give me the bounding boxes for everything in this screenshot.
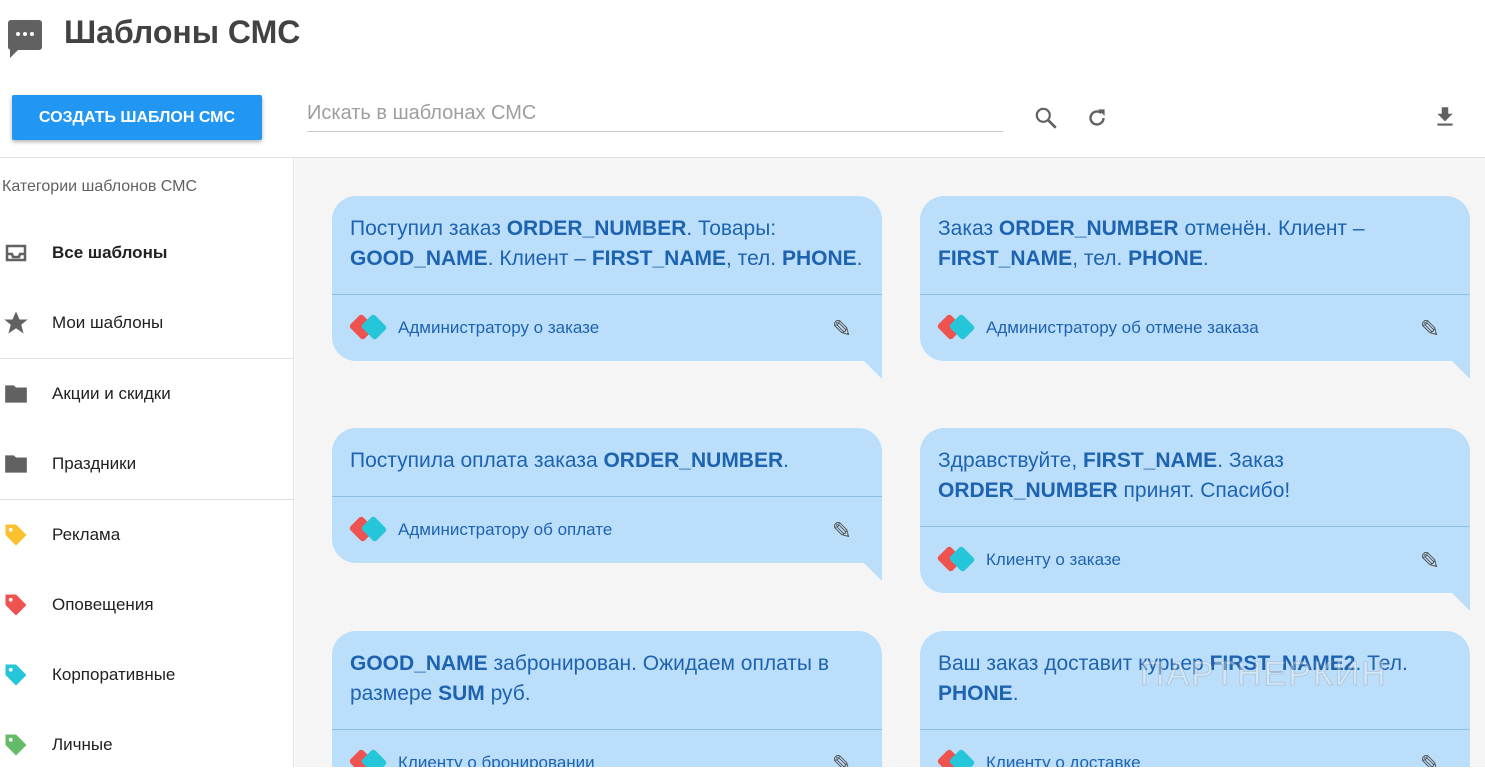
- template-card[interactable]: Заказ ORDER_NUMBER отменён. Клиент – FIR…: [920, 196, 1470, 379]
- message-text: Заказ: [938, 217, 999, 240]
- edit-icon[interactable]: ✎: [1420, 315, 1440, 344]
- sidebar-item-label: Акции и скидки: [52, 384, 171, 403]
- inbox-icon: [0, 241, 52, 265]
- tag-icon: [0, 731, 52, 759]
- variable-text: PHONE: [781, 247, 857, 270]
- tags-icon: [936, 545, 986, 573]
- tags-icon: [348, 313, 398, 341]
- search-input[interactable]: [307, 96, 1003, 132]
- template-footer: Клиенту о доставке ✎: [920, 730, 1470, 767]
- template-category: Администратору об отмене заказа: [986, 318, 1259, 337]
- template-message: Здравствуйте, FIRST_NAME. Заказ ORDER_NU…: [920, 428, 1470, 527]
- variable-text: ORDER_NUMBER: [506, 217, 687, 240]
- search-icon[interactable]: [1033, 105, 1059, 131]
- sidebar-item[interactable]: Праздники: [0, 429, 293, 499]
- tags-icon: [348, 515, 398, 543]
- variable-text: PHONE: [938, 682, 1013, 705]
- message-text: руб.: [484, 682, 531, 705]
- tags-icon: [936, 313, 986, 341]
- sidebar-item-label: Праздники: [52, 454, 137, 473]
- tag-icon: [0, 591, 52, 619]
- message-text: Здравствуйте,: [938, 449, 1083, 472]
- variable-text: FIRST_NAME: [1083, 449, 1218, 472]
- template-category: Администратору о заказе: [398, 318, 600, 337]
- template-footer: Администратору об отмене заказа ✎: [920, 295, 1470, 361]
- sidebar-item-label: Мои шаблоны: [52, 313, 164, 332]
- template-message: GOOD_NAME забронирован. Ожидаем оплаты в…: [332, 631, 882, 730]
- template-message: Заказ ORDER_NUMBER отменён. Клиент – FIR…: [920, 196, 1470, 295]
- header: Шаблоны СМС СОЗДАТЬ ШАБЛОН СМС: [0, 0, 1485, 158]
- template-category: Клиенту о заказе: [986, 550, 1121, 569]
- message-text: . Клиент –: [487, 247, 592, 270]
- sidebar: Категории шаблонов СМС Все шаблоны Мои ша…: [0, 158, 294, 767]
- variable-text: FIRST_NAME: [938, 247, 1073, 270]
- template-footer: Клиенту о бронировании ✎: [332, 730, 882, 767]
- template-category: Клиенту о бронировании: [398, 753, 595, 767]
- variable-text: FIRST_NAME: [591, 247, 727, 270]
- template-footer: Клиенту о заказе ✎: [920, 527, 1470, 593]
- message-text: , тел.: [1072, 247, 1129, 270]
- star-icon: [0, 309, 52, 337]
- variable-text: ORDER_NUMBER: [998, 217, 1179, 240]
- tag-icon: [0, 521, 52, 549]
- template-card[interactable]: Поступила оплата заказа ORDER_NUMBER. Ад…: [332, 428, 882, 581]
- template-card[interactable]: GOOD_NAME забронирован. Ожидаем оплаты в…: [332, 631, 882, 767]
- sms-icon: [8, 20, 42, 58]
- message-text: . Заказ: [1217, 449, 1284, 472]
- page-title: Шаблоны СМС: [64, 14, 301, 50]
- edit-icon[interactable]: ✎: [832, 517, 852, 546]
- template-message: Поступил заказ ORDER_NUMBER. Товары: GOO…: [332, 196, 882, 295]
- template-category: Администратору об оплате: [398, 520, 613, 539]
- template-footer: Администратору о заказе ✎: [332, 295, 882, 361]
- sidebar-item[interactable]: Акции и скидки: [0, 359, 293, 429]
- refresh-icon[interactable]: [1084, 105, 1110, 131]
- folder-icon: [0, 451, 52, 477]
- message-text: .: [783, 449, 789, 472]
- message-text: .: [1012, 682, 1019, 705]
- variable-text: SUM: [438, 682, 485, 705]
- sidebar-item-label: Реклама: [52, 525, 121, 544]
- template-card[interactable]: Здравствуйте, FIRST_NAME. Заказ ORDER_NU…: [920, 428, 1470, 611]
- message-text: отменён. Клиент –: [1178, 217, 1365, 240]
- message-text: , тел.: [726, 247, 782, 270]
- download-icon[interactable]: [1432, 104, 1458, 130]
- variable-text: ORDER_NUMBER: [603, 449, 784, 472]
- tags-icon: [348, 748, 398, 767]
- variable-text: GOOD_NAME: [350, 652, 488, 675]
- message-text: .: [856, 247, 863, 270]
- sidebar-item[interactable]: Все шаблоны: [0, 218, 293, 288]
- message-text: Поступил заказ: [350, 217, 507, 240]
- template-category: Клиенту о доставке: [986, 753, 1141, 767]
- message-text: .: [1202, 247, 1209, 270]
- create-template-button[interactable]: СОЗДАТЬ ШАБЛОН СМС: [12, 95, 262, 140]
- sidebar-item-label: Все шаблоны: [52, 243, 168, 262]
- sidebar-item[interactable]: Оповещения: [0, 570, 293, 640]
- edit-icon[interactable]: ✎: [1420, 750, 1440, 767]
- sidebar-item[interactable]: Реклама: [0, 500, 293, 570]
- template-message: Поступила оплата заказа ORDER_NUMBER.: [332, 428, 882, 497]
- sidebar-heading: Категории шаблонов СМС: [2, 178, 198, 195]
- template-footer: Администратору об оплате ✎: [332, 497, 882, 563]
- sidebar-item-label: Корпоративные: [52, 665, 176, 684]
- message-text: . Товары:: [686, 217, 777, 240]
- variable-text: ORDER_NUMBER: [938, 479, 1118, 502]
- folder-icon: [0, 381, 52, 407]
- variable-text: PHONE: [1128, 247, 1203, 270]
- message-text: Поступила оплата заказа: [350, 449, 604, 472]
- edit-icon[interactable]: ✎: [832, 750, 852, 767]
- sidebar-item[interactable]: Мои шаблоны: [0, 288, 293, 358]
- edit-icon[interactable]: ✎: [832, 315, 852, 344]
- variable-text: GOOD_NAME: [350, 247, 488, 270]
- message-text: принят. Спасибо!: [1117, 479, 1291, 502]
- tags-icon: [936, 748, 986, 767]
- watermark: ПАРТНЕРКИН: [1140, 655, 1388, 694]
- tag-icon: [0, 661, 52, 689]
- sidebar-item-label: Личные: [52, 735, 113, 754]
- sidebar-item-label: Оповещения: [52, 595, 154, 614]
- template-card[interactable]: Ваш заказ доставит курьер FIRST_NAME2. Т…: [920, 631, 1470, 767]
- edit-icon[interactable]: ✎: [1420, 547, 1440, 576]
- sidebar-item[interactable]: Корпоративные: [0, 640, 293, 710]
- template-card[interactable]: Поступил заказ ORDER_NUMBER. Товары: GOO…: [332, 196, 882, 379]
- sidebar-item[interactable]: Личные: [0, 710, 293, 780]
